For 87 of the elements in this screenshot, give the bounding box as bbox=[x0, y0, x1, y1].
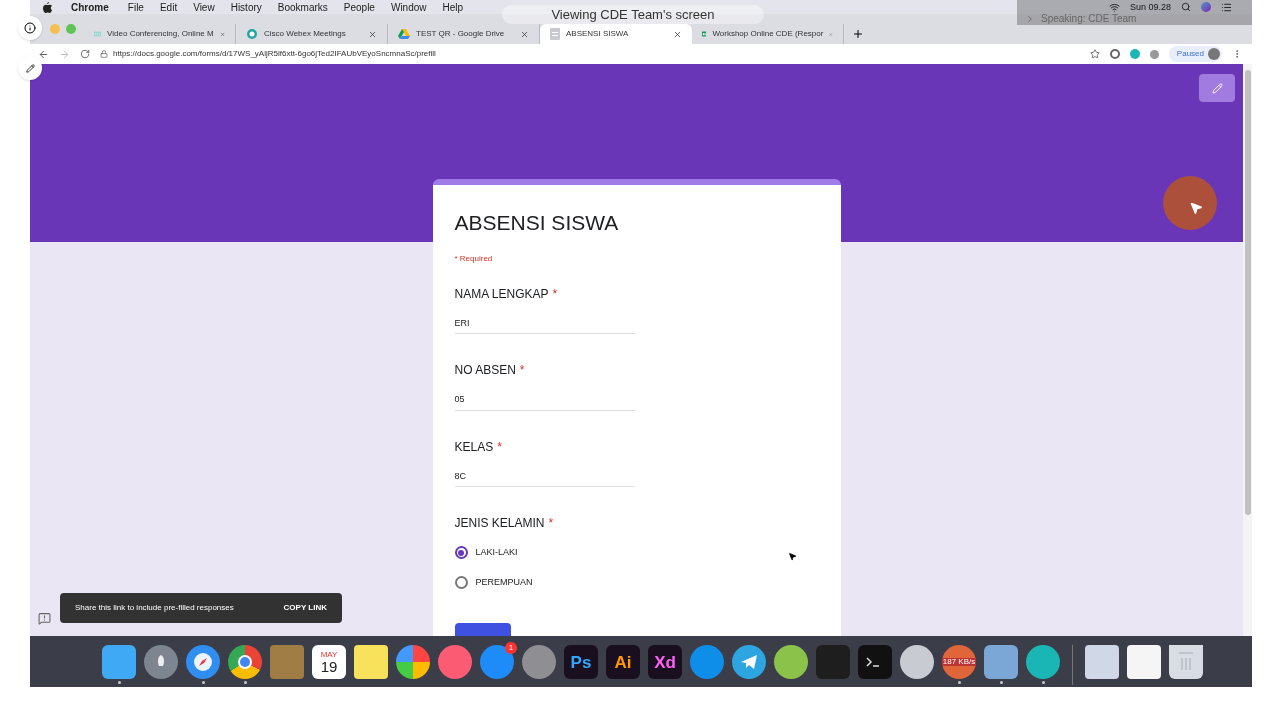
app-abbreviation: Ps bbox=[570, 653, 592, 671]
answer-field[interactable]: ERI bbox=[454, 316, 635, 334]
browser-tab[interactable]: ABSENSI SISWA bbox=[540, 24, 692, 44]
dock-app-icon[interactable] bbox=[228, 645, 262, 679]
required-asterisk: * bbox=[552, 285, 558, 303]
tab-title: Video Conferencing, Online M bbox=[107, 28, 214, 40]
menu-item[interactable]: Edit bbox=[159, 0, 178, 15]
menu-item[interactable]: Window bbox=[390, 0, 427, 15]
option-label: PEREMPUAN bbox=[475, 575, 533, 589]
menu-item[interactable]: Bookmarks bbox=[277, 0, 328, 15]
extension-icon[interactable] bbox=[1109, 49, 1120, 59]
dock-app-icon[interactable] bbox=[186, 645, 220, 679]
wifi-icon[interactable] bbox=[1108, 1, 1120, 13]
menu-item[interactable]: View bbox=[193, 0, 215, 15]
back-icon[interactable] bbox=[38, 48, 49, 60]
tab-title: ABSENSI SISWA bbox=[566, 28, 630, 40]
menu-item[interactable]: Help bbox=[442, 0, 464, 15]
calendar-month: MAY bbox=[320, 650, 338, 659]
dock-app-icon[interactable]: Ai bbox=[606, 645, 640, 679]
dock-app-icon[interactable] bbox=[732, 645, 766, 679]
speaker-name: Speaking: CDE Team bbox=[1041, 14, 1137, 24]
menu-item[interactable]: People bbox=[343, 0, 375, 15]
lock-icon bbox=[100, 50, 108, 58]
close-icon[interactable] bbox=[368, 29, 377, 39]
dock-app-icon[interactable] bbox=[900, 645, 934, 679]
menu-item[interactable]: File bbox=[127, 0, 144, 15]
required-asterisk: * bbox=[497, 438, 502, 456]
dock-app-icon[interactable] bbox=[1026, 645, 1060, 679]
dock-app-icon[interactable]: Xd bbox=[648, 645, 682, 679]
dock-app-icon[interactable] bbox=[396, 645, 430, 679]
search-icon[interactable] bbox=[1181, 2, 1191, 12]
extension-icon[interactable] bbox=[1129, 49, 1140, 59]
feedback-icon[interactable] bbox=[38, 612, 51, 625]
screen-share-toast: Viewing CDE Team's screen bbox=[502, 5, 764, 24]
required-asterisk: * bbox=[519, 362, 525, 379]
snackbar-message: Share this link to include pre-filled responses bbox=[75, 602, 234, 614]
question-label: KELAS bbox=[454, 438, 494, 456]
answer-field[interactable]: 8C bbox=[454, 469, 635, 487]
sphere-favicon-icon bbox=[246, 28, 258, 40]
dock-app-icon[interactable] bbox=[774, 645, 808, 679]
tab-title: Cisco Webex Meetings bbox=[264, 28, 347, 40]
close-icon[interactable] bbox=[520, 29, 529, 39]
drive-favicon-icon bbox=[398, 28, 410, 40]
menu-item[interactable]: History bbox=[230, 0, 262, 15]
info-icon bbox=[24, 22, 36, 34]
question-label: JENIS KELAMIN bbox=[454, 515, 545, 532]
scrollbar-thumb[interactable] bbox=[1244, 70, 1251, 515]
answer-field[interactable]: 05 bbox=[454, 393, 635, 411]
copy-link-button[interactable]: COPY LINK bbox=[283, 602, 327, 614]
app-abbreviation: Ai bbox=[614, 653, 632, 671]
siri-icon[interactable] bbox=[1201, 2, 1211, 12]
question-label: NAMA LENGKAP bbox=[454, 285, 549, 303]
required-asterisk: * bbox=[548, 515, 554, 532]
notification-badge: 1 bbox=[505, 642, 517, 654]
required-note: * Required bbox=[454, 252, 494, 265]
new-tab-icon[interactable] bbox=[852, 28, 864, 40]
mouse-pointer-icon bbox=[788, 552, 797, 561]
address-field[interactable]: https://docs.google.com/forms/d/17WS_yAljR5lf6xtt-6go6jTed2IFAUbVEyoSncmnaSc/prefill bbox=[100, 48, 1080, 60]
apple-logo-icon[interactable] bbox=[43, 1, 52, 13]
extension-icon[interactable] bbox=[1149, 49, 1159, 59]
tab-title: TEST QR - Google Drive bbox=[416, 28, 506, 40]
profile-button[interactable]: Paused bbox=[1168, 46, 1222, 62]
app-menu[interactable]: Chrome bbox=[71, 0, 109, 15]
network-speed: 187 KB/s bbox=[941, 658, 977, 666]
dock-app-icon[interactable]: 1 bbox=[480, 645, 514, 679]
app-abbreviation: Xd bbox=[654, 653, 676, 671]
close-icon[interactable] bbox=[673, 29, 682, 39]
dock-app-icon[interactable]: MAY 19 bbox=[312, 645, 346, 679]
calendar-day: 19 bbox=[320, 658, 338, 674]
tab-title: Workshop Online CDE (Respor bbox=[712, 28, 824, 40]
radio-button[interactable] bbox=[454, 575, 468, 589]
dock-app-icon[interactable] bbox=[858, 645, 892, 679]
radio-button[interactable] bbox=[454, 546, 468, 560]
option-label: LAKI-LAKI bbox=[475, 546, 518, 559]
reload-icon[interactable] bbox=[80, 49, 90, 59]
bookmark-star-icon[interactable] bbox=[1089, 49, 1100, 59]
form-title: ABSENSI SISWA bbox=[454, 210, 620, 236]
dock-app-icon[interactable] bbox=[144, 645, 178, 679]
mouse-pointer-icon bbox=[1189, 201, 1203, 215]
document-favicon-icon bbox=[550, 28, 560, 40]
pencil-icon bbox=[25, 63, 35, 73]
menu-clock: Sun 09.28 bbox=[1129, 2, 1171, 12]
list-icon[interactable] bbox=[1221, 1, 1232, 13]
dock-app-icon[interactable]: Ps bbox=[564, 645, 598, 679]
dock-app-icon[interactable]: 187 KB/s bbox=[942, 645, 976, 679]
question-label: NO ABSEN bbox=[454, 362, 516, 379]
pencil-icon bbox=[1211, 82, 1223, 94]
